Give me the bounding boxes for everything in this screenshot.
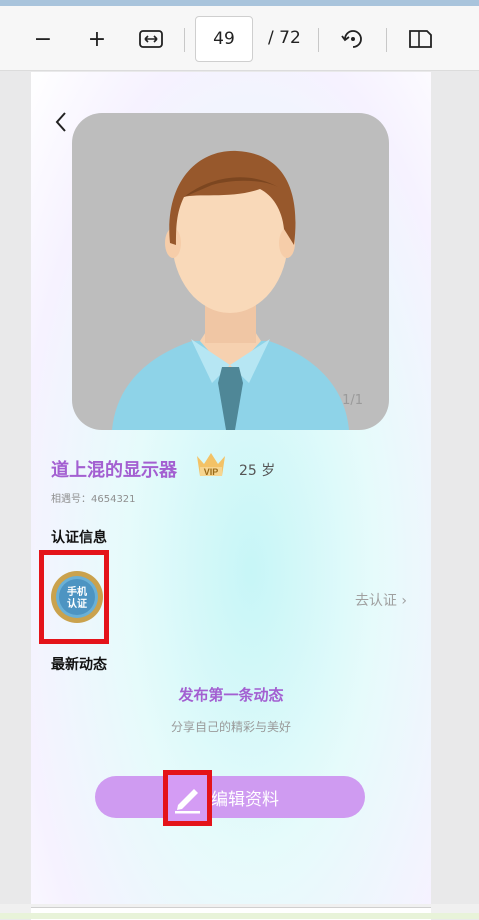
zoom-out-button[interactable]: −	[28, 22, 58, 56]
badge-line2: 认证	[67, 597, 87, 610]
publish-subtitle: 分享自己的精彩与美好	[170, 720, 291, 734]
go-verify-link[interactable]: 去认证 ›	[355, 590, 407, 610]
toolbar-separator	[386, 28, 387, 52]
fit-width-icon	[139, 30, 163, 48]
rotate-icon	[341, 30, 362, 48]
zoom-in-button[interactable]: +	[82, 22, 112, 56]
user-name: 道上混的显示器	[51, 460, 177, 481]
window-bottom-border	[0, 913, 479, 919]
publish-first-post[interactable]: 发布第一条动态	[31, 684, 431, 705]
photo-counter: 1/1	[342, 393, 363, 408]
page-number-input[interactable]: 49	[195, 16, 253, 62]
toolbar-separator	[184, 28, 185, 52]
profile-photo[interactable]: 1/1	[72, 113, 389, 430]
toolbar-separator	[318, 28, 319, 52]
badge-line1: 手机	[67, 585, 87, 598]
pencil-icon	[175, 789, 200, 814]
user-id: 相遇号：4654321	[51, 494, 136, 505]
vip-crown-icon: VIP	[194, 450, 228, 480]
pdf-toolbar: − + 49 / 72	[0, 6, 479, 71]
back-arrow-icon[interactable]	[53, 110, 69, 140]
avatar-illustration	[112, 150, 349, 430]
feed-title: 最新动态	[51, 657, 107, 673]
verification-title: 认证信息	[51, 530, 107, 546]
page-view-button[interactable]	[405, 22, 435, 56]
two-page-view-icon	[409, 30, 432, 48]
phone-verified-badge[interactable]: 手机 认证	[50, 570, 104, 624]
document-page: 1/1 道上混的显示器 VIP 25 岁 相遇号：4654321 认证信息 手机…	[31, 72, 431, 904]
rotate-button[interactable]	[338, 22, 368, 56]
highlight-box	[163, 770, 212, 826]
page-total-label: / 72	[268, 28, 301, 48]
edit-profile-label: 编辑资料	[211, 790, 279, 810]
fit-width-button[interactable]	[136, 22, 166, 56]
user-age: 25 岁	[239, 463, 276, 479]
vip-text: VIP	[204, 467, 219, 477]
